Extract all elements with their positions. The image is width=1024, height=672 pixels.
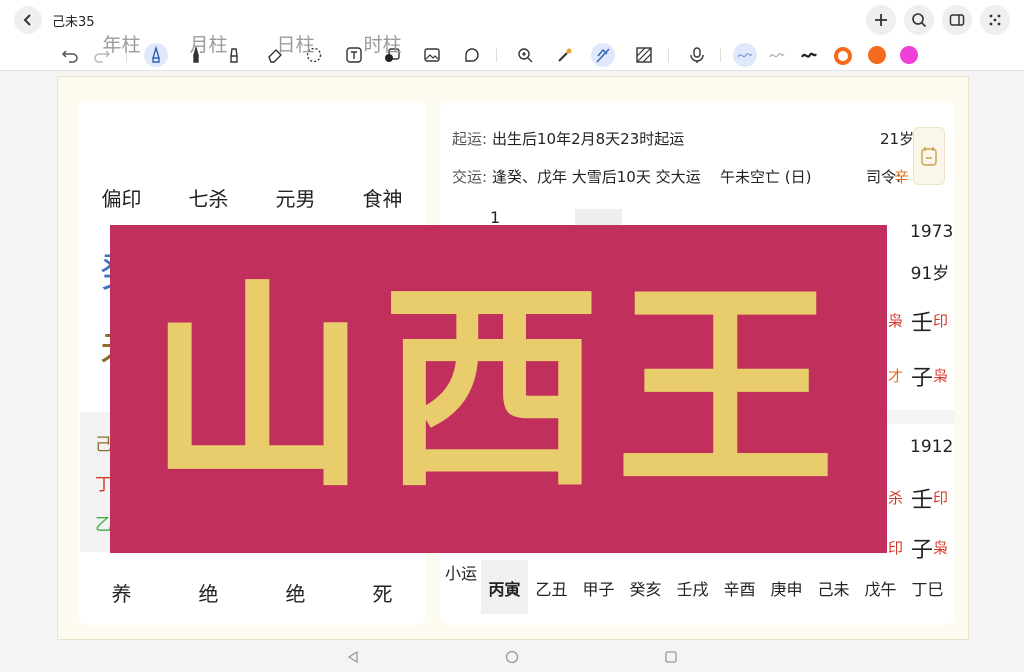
more-button[interactable] <box>980 5 1010 35</box>
luck-age: 91岁 <box>910 264 950 284</box>
xiaoyun-cell[interactable]: 辛酉 <box>716 560 763 614</box>
stroke-medium-button[interactable] <box>765 43 789 67</box>
pillar-god-month: 七杀 <box>188 187 229 211</box>
qiyun-text: 出生后10年2月8天23时起运 <box>492 130 685 148</box>
life-stage-day: 绝 <box>285 582 306 606</box>
xiaoyun-label: 小运 <box>445 564 478 583</box>
microphone-icon <box>690 47 704 63</box>
toolbar-divider <box>496 48 497 62</box>
pillar-god-day: 元男 <box>275 187 316 211</box>
hand-draw-tool[interactable] <box>591 43 615 67</box>
zoom-tool[interactable] <box>513 43 537 67</box>
xiaoyun-cell[interactable]: 乙丑 <box>528 560 575 614</box>
luck-stem-tag: 印 <box>933 312 949 330</box>
add-button[interactable] <box>866 5 896 35</box>
life-stage-month: 绝 <box>198 582 219 606</box>
liunian-branch-tag: 枭 <box>933 539 949 557</box>
xiaoyun-cell[interactable]: 庚申 <box>763 560 810 614</box>
color-orange-selected[interactable] <box>834 47 852 65</box>
zoom-icon <box>518 48 533 63</box>
stroke-thick-button[interactable] <box>797 43 821 67</box>
toolbar-divider <box>720 48 721 62</box>
color-pink[interactable] <box>900 46 918 64</box>
chevron-left-icon <box>23 14 31 26</box>
calendar-button[interactable] <box>913 127 945 185</box>
xiaoyun-cell[interactable]: 丙寅 <box>481 560 528 614</box>
sticker-tool[interactable] <box>460 43 484 67</box>
life-stage-hour: 死 <box>372 582 393 606</box>
title-banner: 山西王 <box>110 225 887 553</box>
pattern-tool[interactable] <box>632 43 656 67</box>
nav-recents-icon[interactable] <box>664 650 678 664</box>
pillar-header-year: 年柱 <box>102 34 141 56</box>
search-button[interactable] <box>904 5 934 35</box>
banner-text: 山西王 <box>147 261 850 517</box>
xiaoyun-cell[interactable]: 甲子 <box>575 560 622 614</box>
life-stage-row: 养 绝 绝 死 <box>78 578 426 607</box>
calendar-icon <box>921 147 937 166</box>
panel-button[interactable] <box>942 5 972 35</box>
nav-back-icon[interactable] <box>346 650 360 664</box>
thin-stroke-icon <box>737 53 753 58</box>
hand-draw-icon <box>596 48 610 63</box>
microphone-tool[interactable] <box>685 43 709 67</box>
document-title: 己未35 <box>52 15 95 30</box>
xiaoyun-cell[interactable]: 癸亥 <box>622 560 669 614</box>
nav-home-icon[interactable] <box>505 650 519 664</box>
system-nav-bar <box>0 642 1024 672</box>
liunian-year: 1912 <box>910 437 954 457</box>
pillar-ten-gods: 偏印 七杀 元男 食神 <box>78 183 426 212</box>
partial-tag-2: 才 <box>888 367 904 385</box>
pillar-headers: 年柱 月柱 日柱 时柱 <box>78 30 426 57</box>
more-icon <box>989 14 1001 26</box>
undo-icon <box>61 50 78 63</box>
back-button[interactable] <box>14 6 42 34</box>
medium-stroke-icon <box>769 53 785 58</box>
liunian-stem-tag: 印 <box>933 489 949 507</box>
plus-icon <box>875 14 887 26</box>
color-orange[interactable] <box>868 46 886 64</box>
pillar-header-hour: 时柱 <box>363 34 402 56</box>
panel-icon <box>949 14 965 26</box>
sticker-icon <box>465 48 479 62</box>
partial-tag-1: 枭 <box>888 312 904 330</box>
liunian-stem: 壬 <box>911 488 934 513</box>
pillar-god-hour: 食神 <box>362 187 403 211</box>
pillar-header-day: 日柱 <box>276 34 315 56</box>
xiaoyun-cell[interactable]: 壬戌 <box>669 560 716 614</box>
toolbar-divider <box>668 48 669 62</box>
top-actions <box>866 5 1010 35</box>
siling-value: 辛 <box>894 168 910 186</box>
xiaoyun-cell[interactable]: 丁巳 <box>904 560 951 614</box>
luck-branch-tag: 枭 <box>933 367 949 385</box>
jiaoyun-label: 交运: <box>452 168 488 186</box>
current-age: 21岁 <box>880 130 915 148</box>
pillar-header-month: 月柱 <box>189 34 228 56</box>
laser-pointer-tool[interactable] <box>552 43 576 67</box>
kongwang-text: 午未空亡 (日) <box>720 168 812 186</box>
life-stage-year: 养 <box>111 582 132 606</box>
xiaoyun-row: 丙寅 乙丑 甲子 癸亥 壬戌 辛酉 庚申 己未 戊午 丁巳 <box>481 560 951 614</box>
luck-year: 1973 <box>910 222 954 242</box>
laser-pointer-icon <box>558 48 572 62</box>
thick-stroke-icon <box>801 52 817 58</box>
pattern-icon <box>636 47 652 63</box>
qiyun-label: 起运: <box>452 130 488 148</box>
jiaoyun-text: 逢癸、戊年 大雪后10天 交大运 <box>492 168 701 186</box>
selected-cycle-highlight <box>575 209 622 225</box>
search-icon <box>912 13 927 28</box>
xiaoyun-cell[interactable]: 己未 <box>810 560 857 614</box>
luck-stem: 壬 <box>911 311 934 336</box>
xiaoyun-cell[interactable]: 戊午 <box>857 560 904 614</box>
pillar-god-year: 偏印 <box>101 187 142 211</box>
stroke-thin-button[interactable] <box>733 43 757 67</box>
partial-liunian-tag-1: 杀 <box>888 489 904 507</box>
partial-liunian-tag-2: 印 <box>888 539 904 557</box>
luck-branch: 子 <box>911 366 934 391</box>
